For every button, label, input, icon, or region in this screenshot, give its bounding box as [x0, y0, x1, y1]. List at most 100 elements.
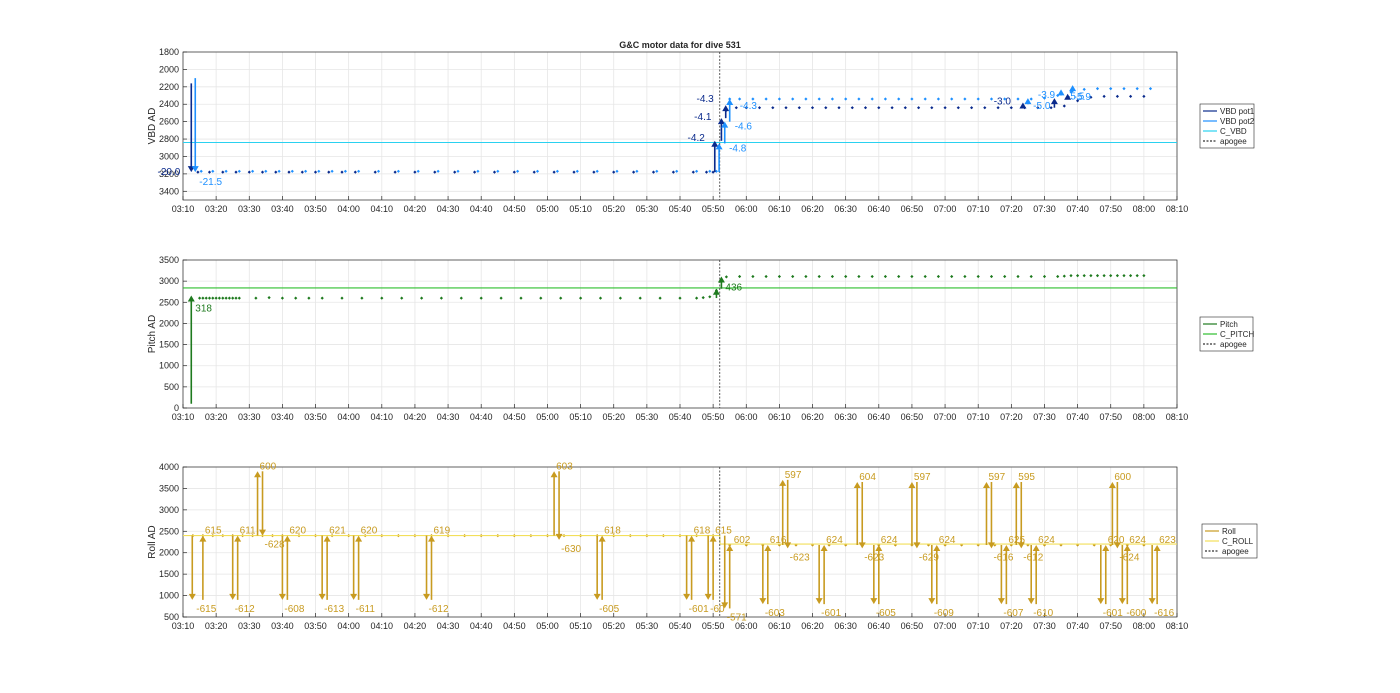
x-tick-label: 04:00 — [337, 204, 360, 214]
x-tick-label: 05:20 — [602, 204, 625, 214]
x-tick-label: 03:20 — [205, 621, 228, 631]
legend-entry: C_VBD — [1220, 127, 1247, 136]
event-label: -4.8 — [729, 143, 747, 154]
event-label: 624 — [939, 535, 956, 546]
x-tick-label: 06:10 — [768, 621, 791, 631]
y-axis-label: VBD AD — [147, 108, 158, 145]
x-tick-label: 07:30 — [1033, 621, 1056, 631]
event-label: -605 — [876, 608, 896, 619]
x-tick-label: 06:20 — [801, 204, 824, 214]
legend-entry: apogee — [1220, 340, 1247, 349]
event-label: -610 — [1033, 608, 1053, 619]
legend-entry: apogee — [1222, 547, 1249, 556]
event-label: -615 — [196, 604, 216, 615]
legend-entry: VBD pot2 — [1220, 117, 1255, 126]
x-tick-label: 05:00 — [536, 412, 559, 422]
legend: RollC_ROLLapogee — [1201, 523, 1258, 559]
x-tick-label: 06:30 — [834, 204, 857, 214]
legend-entry: Pitch — [1220, 320, 1238, 329]
event-label: -601 — [689, 604, 709, 615]
event-label: 595 — [1018, 472, 1035, 483]
event-label: -4.1 — [694, 112, 712, 123]
event-label: -4.6 — [735, 122, 753, 133]
event-label: 624 — [881, 535, 898, 546]
y-tick-label: 2200 — [159, 82, 179, 92]
y-tick-label: 0 — [174, 403, 179, 413]
panel-2: 03:10 03:20 03:30 03:40 03:50 04:00 04:10 04:20… — [147, 255, 1254, 422]
event-label: -4.2 — [688, 133, 706, 144]
event-label: 620 — [361, 526, 378, 537]
y-tick-label: 3000 — [159, 505, 179, 515]
x-tick-label: 07:10 — [967, 204, 990, 214]
legend-entry: Roll — [1222, 527, 1236, 536]
x-tick-label: 05:20 — [602, 412, 625, 422]
x-tick-label: 03:50 — [304, 621, 327, 631]
legend: PitchC_PITCHapogee — [1199, 316, 1254, 352]
x-tick-label: 04:10 — [371, 204, 394, 214]
event-label: 603 — [556, 461, 573, 472]
event-label: 623 — [1159, 535, 1176, 546]
event-label: -571 — [727, 612, 747, 623]
x-tick-label: 07:00 — [934, 621, 957, 631]
panel-3: 03:10 03:20 03:30 03:40 03:50 04:00 04:10 04:20… — [147, 461, 1258, 631]
x-tick-label: 06:50 — [901, 204, 924, 214]
y-tick-label: 2000 — [159, 318, 179, 328]
event-label: -630 — [561, 544, 581, 555]
x-tick-label: 06:30 — [834, 621, 857, 631]
x-tick-label: 05:40 — [669, 412, 692, 422]
event-label: 318 — [195, 304, 212, 315]
x-tick-label: 04:30 — [437, 621, 460, 631]
figure-title: G&C motor data for dive 531 — [619, 40, 741, 50]
event-label: 602 — [734, 535, 751, 546]
x-tick-label: 07:10 — [967, 412, 990, 422]
legend-entry: VBD pot1 — [1220, 107, 1255, 116]
event-label: 615 — [715, 526, 732, 537]
x-tick-label: 05:50 — [702, 204, 725, 214]
x-tick-label: 07:20 — [1000, 621, 1023, 631]
x-tick-label: 05:50 — [702, 412, 725, 422]
x-tick-label: 06:10 — [768, 204, 791, 214]
x-tick-label: 03:50 — [304, 412, 327, 422]
y-tick-label: 3000 — [159, 276, 179, 286]
x-tick-label: 07:30 — [1033, 204, 1056, 214]
event-label: 624 — [1129, 535, 1146, 546]
event-label: 604 — [859, 472, 876, 483]
event-label: -612 — [235, 604, 255, 615]
x-tick-label: 05:40 — [669, 621, 692, 631]
event-label: -5.9 — [1074, 92, 1092, 103]
y-tick-label: 2400 — [159, 99, 179, 109]
x-tick-label: 04:40 — [470, 412, 493, 422]
event-label: -603 — [765, 608, 785, 619]
y-tick-label: 2000 — [159, 64, 179, 74]
x-tick-label: 03:30 — [238, 412, 261, 422]
event-label: -613 — [324, 604, 344, 615]
x-tick-label: 08:10 — [1166, 412, 1189, 422]
x-tick-label: 03:10 — [172, 204, 195, 214]
x-tick-label: 04:50 — [503, 204, 526, 214]
event-label: 597 — [785, 470, 802, 481]
event-label: 597 — [988, 472, 1005, 483]
event-label: -608 — [284, 604, 304, 615]
x-tick-label: 04:50 — [503, 412, 526, 422]
y-tick-label: 1000 — [159, 591, 179, 601]
x-tick-label: 04:00 — [337, 621, 360, 631]
x-tick-label: 04:10 — [371, 412, 394, 422]
y-tick-label: 3500 — [159, 255, 179, 265]
y-tick-label: 4000 — [159, 462, 179, 472]
y-tick-label: 2500 — [159, 297, 179, 307]
y-tick-label: 3000 — [159, 151, 179, 161]
x-tick-label: 04:50 — [503, 621, 526, 631]
event-label: -60 — [710, 604, 725, 615]
event-label: 436 — [725, 282, 742, 293]
x-tick-label: 03:40 — [271, 412, 294, 422]
event-label: 615 — [205, 526, 222, 537]
y-tick-label: 3400 — [159, 186, 179, 196]
x-tick-label: 04:20 — [404, 621, 427, 631]
y-tick-label: 1500 — [159, 569, 179, 579]
event-label: 619 — [434, 526, 451, 537]
x-tick-label: 06:50 — [901, 412, 924, 422]
x-tick-label: 03:10 — [172, 621, 195, 631]
x-tick-label: 08:10 — [1166, 204, 1189, 214]
x-tick-label: 03:20 — [205, 204, 228, 214]
x-tick-label: 06:10 — [768, 412, 791, 422]
